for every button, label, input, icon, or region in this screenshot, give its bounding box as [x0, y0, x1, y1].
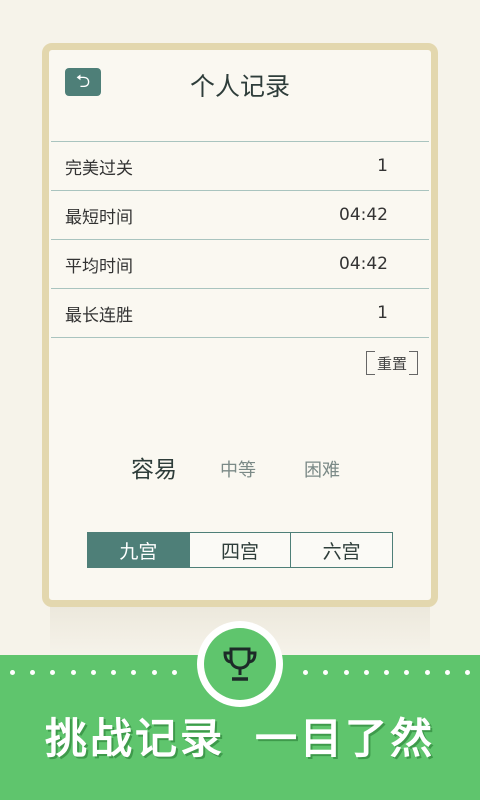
- tab-four-grid[interactable]: 四宫: [188, 533, 291, 567]
- difficulty-medium[interactable]: 中等: [220, 456, 256, 482]
- grid-size-tabs: 九宫 四宫 六宫: [87, 532, 393, 568]
- difficulty-hard[interactable]: 困难: [304, 456, 340, 482]
- page-title: 个人记录: [189, 72, 290, 101]
- stat-label: 完美过关: [65, 158, 133, 179]
- stat-label: 最长连胜: [65, 305, 133, 326]
- banner-slogan: 挑战记录 一目了然: [0, 705, 480, 766]
- stat-value: 04:42: [339, 254, 388, 274]
- stat-row-average: 平均时间 04:42: [51, 239, 429, 288]
- stat-row-streak: 最长连胜 1: [51, 288, 429, 338]
- difficulty-selector: 容易 中等 困难: [49, 450, 431, 486]
- stat-label: 最短时间: [65, 207, 133, 228]
- stats-list: 完美过关 1 最短时间 04:42 平均时间 04:42 最长连胜 1: [51, 141, 429, 338]
- stat-value: 04:42: [339, 205, 388, 225]
- records-card: ⮌ 个人记录 完美过关 1 最短时间 04:42 平均时间 04:42 最长连胜…: [42, 43, 438, 607]
- stat-value: 1: [377, 303, 388, 323]
- stat-value: 1: [377, 156, 388, 176]
- difficulty-easy[interactable]: 容易: [131, 450, 177, 484]
- stat-label: 平均时间: [65, 256, 133, 277]
- slogan-part-1: 挑战记录: [44, 714, 225, 763]
- trophy-badge: [197, 621, 283, 707]
- trophy-icon: [223, 647, 257, 681]
- stat-row-perfect: 完美过关 1: [51, 141, 429, 190]
- reset-button[interactable]: 重置: [366, 351, 418, 375]
- stat-row-shortest: 最短时间 04:42: [51, 190, 429, 239]
- tab-six-grid[interactable]: 六宫: [290, 533, 393, 567]
- tab-nine-grid[interactable]: 九宫: [88, 533, 189, 567]
- slogan-part-2: 一目了然: [255, 714, 436, 763]
